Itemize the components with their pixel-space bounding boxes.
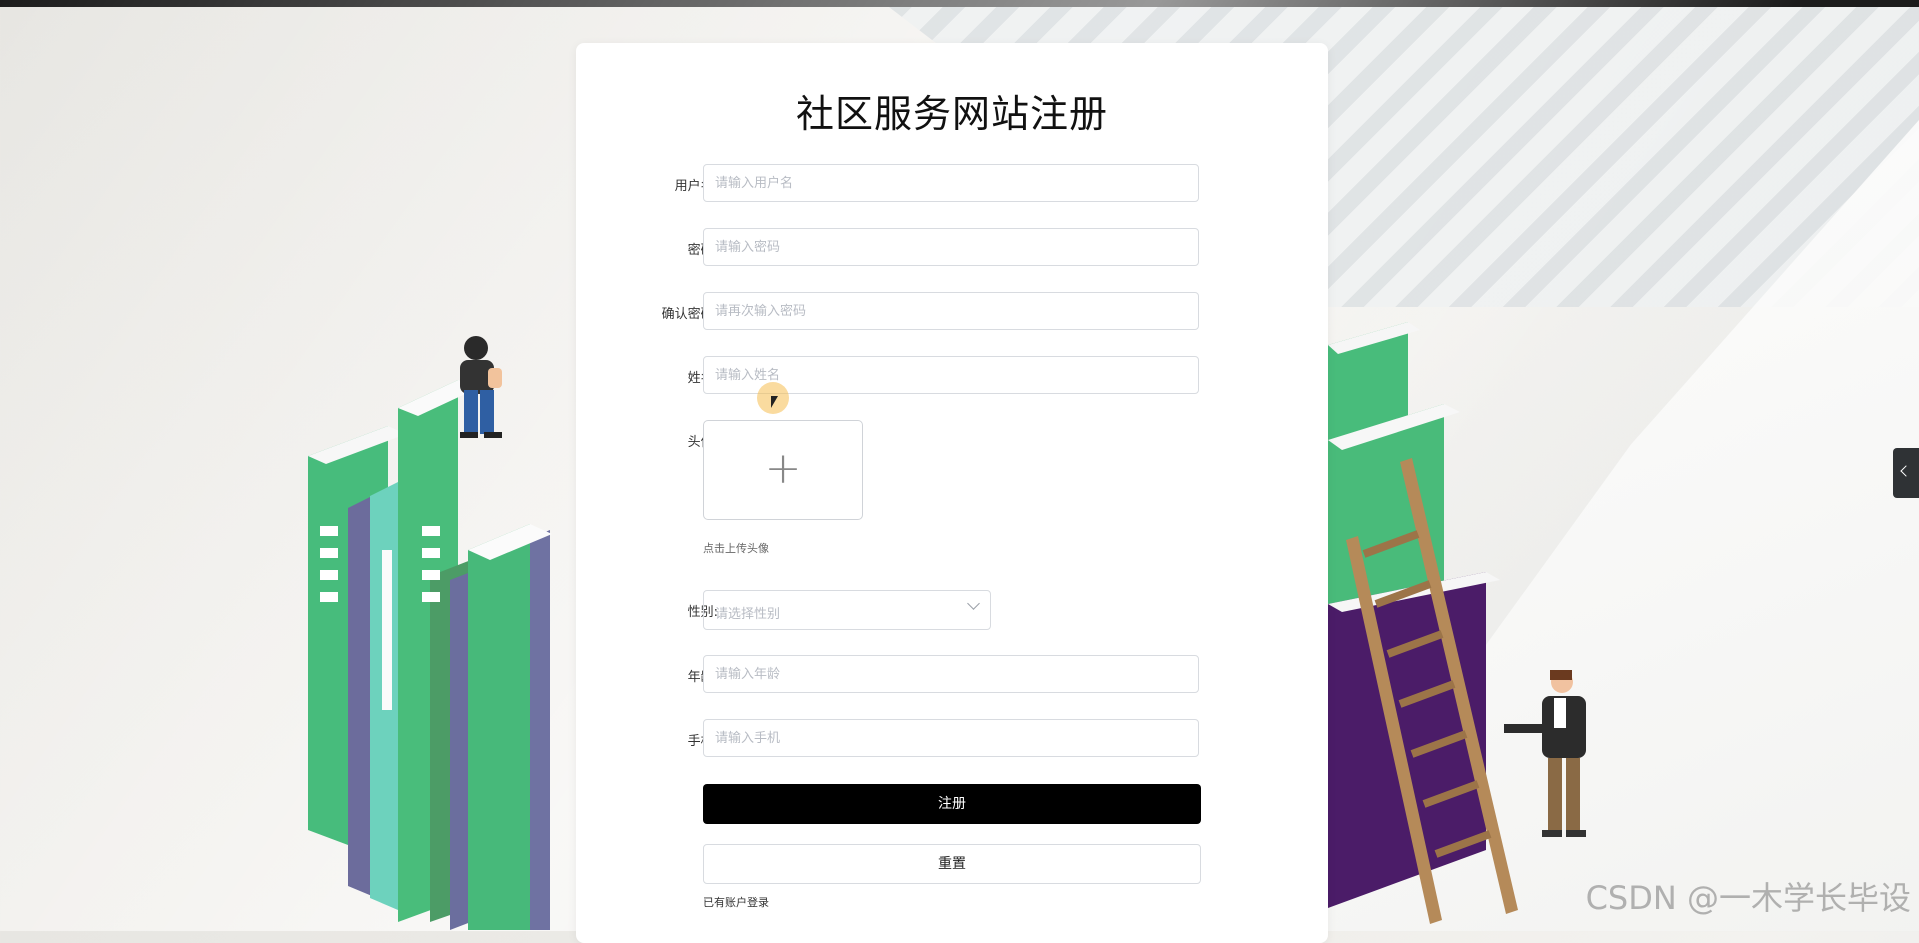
row-password: 密码: xyxy=(576,228,1328,268)
password-input[interactable] xyxy=(703,228,1199,266)
gender-select-placeholder: 请选择性别 xyxy=(715,607,781,622)
page-title: 社区服务网站注册 xyxy=(795,92,1108,136)
right-books-svg xyxy=(1328,322,1586,924)
reset-button[interactable]: 重置 xyxy=(703,844,1201,884)
register-card: 社区服务网站注册 用户名: 密码: 确认密码: 姓名: 头像: + 点击上传头像… xyxy=(576,43,1328,943)
mouse-cursor-icon xyxy=(771,396,778,408)
row-phone: 手机: xyxy=(576,719,1328,759)
age-input[interactable] xyxy=(703,655,1199,693)
confirm-password-input[interactable] xyxy=(703,292,1199,330)
right-books-illustration xyxy=(1328,320,1919,931)
left-books-illustration xyxy=(300,330,560,943)
register-button[interactable]: 注册 xyxy=(703,784,1201,824)
chevron-down-icon xyxy=(967,597,980,610)
chevron-left-icon xyxy=(1900,465,1912,477)
username-input[interactable] xyxy=(703,164,1199,202)
side-panel-toggle[interactable] xyxy=(1893,448,1919,498)
watermark: CSDN @一木学长毕设 xyxy=(1585,879,1911,917)
left-books-svg xyxy=(308,336,552,943)
phone-input[interactable] xyxy=(703,719,1199,757)
gender-select[interactable]: 请选择性别 xyxy=(703,590,991,630)
row-confirm-password: 确认密码: xyxy=(576,292,1328,332)
row-username: 用户名: xyxy=(576,164,1328,204)
row-gender: 性别: 请选择性别 xyxy=(576,590,1328,630)
avatar-upload[interactable]: + xyxy=(703,420,863,520)
row-name: 姓名: xyxy=(576,356,1328,396)
login-link[interactable]: 已有账户登录 xyxy=(703,894,769,910)
row-age: 年龄: xyxy=(576,655,1328,695)
plus-icon: + xyxy=(764,443,802,494)
row-avatar-label: 头像: xyxy=(576,420,1328,460)
avatar-upload-hint: 点击上传头像 xyxy=(703,542,769,555)
